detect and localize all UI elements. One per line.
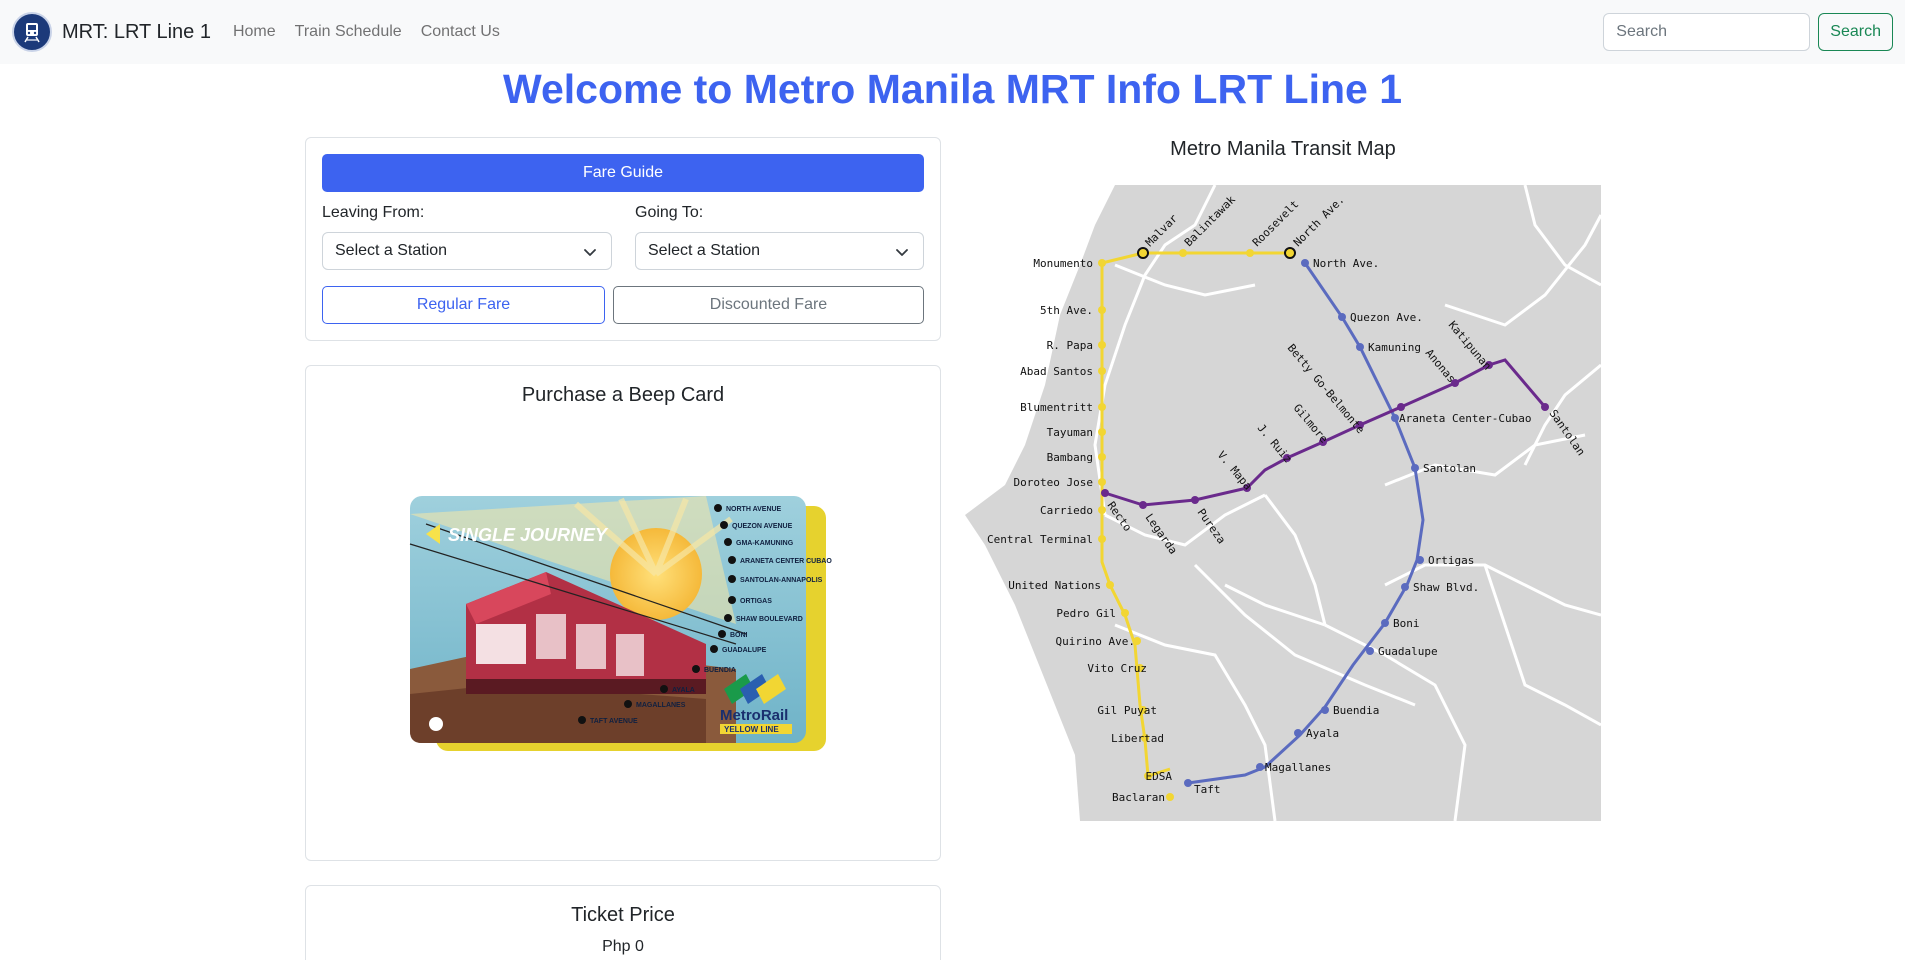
- station-label: EDSA: [1146, 770, 1173, 783]
- station-label: Guadalupe: [1378, 645, 1438, 658]
- search-form: Search: [1603, 13, 1893, 51]
- metrorail-brand: MetroRail: [720, 707, 788, 724]
- card-station: QUEZON AVENUE: [732, 523, 793, 530]
- card-station: SHAW BOULEVARD: [736, 616, 803, 623]
- station-label: Buendia: [1333, 704, 1379, 717]
- ticket-price-value: Php 0: [602, 938, 644, 955]
- station-label: Magallanes: [1265, 761, 1331, 774]
- leaving-from-label: Leaving From:: [322, 204, 425, 221]
- station-label: Kamuning: [1368, 341, 1421, 354]
- card-station: AYALA: [672, 687, 695, 694]
- station-label: United Nations: [1008, 579, 1101, 592]
- page-title: Welcome to Metro Manila MRT Info LRT Lin…: [503, 66, 1402, 112]
- station-label: Quirino Ave.: [1056, 635, 1135, 648]
- station-label: R. Papa: [1047, 339, 1093, 352]
- station-label: Ayala: [1306, 727, 1339, 740]
- station-label: Doroteo Jose: [1014, 476, 1093, 489]
- transit-map: Monumento 5th Ave. R. Papa Abad Santos B…: [965, 185, 1601, 821]
- nav-links: Home Train Schedule Contact Us: [233, 23, 519, 41]
- fare-guide-card: Fare Guide Leaving From: Going To: Selec…: [305, 137, 941, 341]
- station-label: Carriedo: [1040, 504, 1093, 517]
- ticket-price-card: Ticket Price Php 0: [305, 885, 941, 960]
- chevron-down-icon: [896, 249, 908, 256]
- ticket-price-heading: Ticket Price: [571, 904, 675, 926]
- navbar: MRT: LRT Line 1 Home Train Schedule Cont…: [0, 0, 1905, 64]
- station-label: Monumento: [1033, 257, 1093, 270]
- card-station: ORTIGAS: [740, 598, 772, 605]
- station-label: Ortigas: [1428, 554, 1474, 567]
- beep-card-heading: Purchase a Beep Card: [521, 384, 725, 406]
- station-label: Central Terminal: [987, 533, 1093, 546]
- card-station: SANTOLAN-ANNAPOLIS: [740, 577, 823, 584]
- card-station: BUENDIA: [704, 667, 736, 674]
- station-label: Taft: [1194, 783, 1221, 796]
- station-label: Vito Cruz: [1087, 662, 1147, 675]
- card-station: BONI: [730, 632, 748, 639]
- fare-guide-button[interactable]: Fare Guide: [322, 154, 924, 192]
- regular-fare-button[interactable]: Regular Fare: [322, 286, 605, 324]
- station-label: Abad Santos: [1020, 365, 1093, 378]
- leaving-from-select[interactable]: Select a Station: [322, 232, 612, 270]
- card-station: MAGALLANES: [636, 702, 686, 709]
- nav-link-contact-us[interactable]: Contact Us: [421, 23, 500, 41]
- chevron-down-icon: [584, 249, 596, 256]
- discounted-fare-button[interactable]: Discounted Fare: [613, 286, 924, 324]
- station-label: Araneta Center-Cubao: [1399, 412, 1531, 425]
- card-station: TAFT AVENUE: [590, 718, 638, 725]
- station-label: Boni: [1393, 617, 1420, 630]
- nav-link-home[interactable]: Home: [233, 23, 276, 41]
- station-label: 5th Ave.: [1040, 304, 1093, 317]
- station-label: Gil Puyat: [1097, 704, 1157, 717]
- card-station: GMA-KAMUNING: [736, 540, 794, 547]
- beep-card-title: SINGLE JOURNEY: [448, 525, 609, 545]
- card-station: NORTH AVENUE: [726, 506, 782, 513]
- station-label: Pedro Gil: [1056, 607, 1116, 620]
- station-label: Bambang: [1047, 451, 1093, 464]
- station-label: Blumentritt: [1020, 401, 1093, 414]
- card-station: ARANETA CENTER CUBAO: [740, 558, 832, 565]
- station-label: Shaw Blvd.: [1413, 581, 1479, 594]
- station-label: North Ave.: [1313, 257, 1379, 270]
- station-label: Santolan: [1423, 462, 1476, 475]
- station-label: Tayuman: [1047, 426, 1093, 439]
- going-to-select[interactable]: Select a Station: [635, 232, 924, 270]
- search-button[interactable]: Search: [1818, 13, 1893, 51]
- beep-card-image: SINGLE JOURNEY NORTH AVENUE QUEZON AVENU…: [409, 496, 832, 751]
- brand[interactable]: MRT: LRT Line 1: [12, 12, 211, 52]
- nav-link-train-schedule[interactable]: Train Schedule: [295, 23, 402, 41]
- card-station: GUADALUPE: [722, 647, 767, 654]
- station-label: Libertad: [1111, 732, 1164, 745]
- metrorail-line: YELLOW LINE: [724, 725, 779, 734]
- brand-name: MRT: LRT Line 1: [62, 20, 211, 43]
- going-to-label: Going To:: [635, 204, 704, 221]
- train-logo-icon: [12, 12, 52, 52]
- search-input[interactable]: [1603, 13, 1811, 51]
- station-label: Quezon Ave.: [1350, 311, 1423, 324]
- going-to-value: Select a Station: [648, 242, 761, 259]
- transit-map-title: Metro Manila Transit Map: [1170, 138, 1396, 160]
- station-label: Baclaran: [1112, 791, 1165, 804]
- beep-card-panel: Purchase a Beep Card SINGLE JOURNEY NORT…: [305, 365, 941, 861]
- leaving-from-value: Select a Station: [335, 242, 448, 259]
